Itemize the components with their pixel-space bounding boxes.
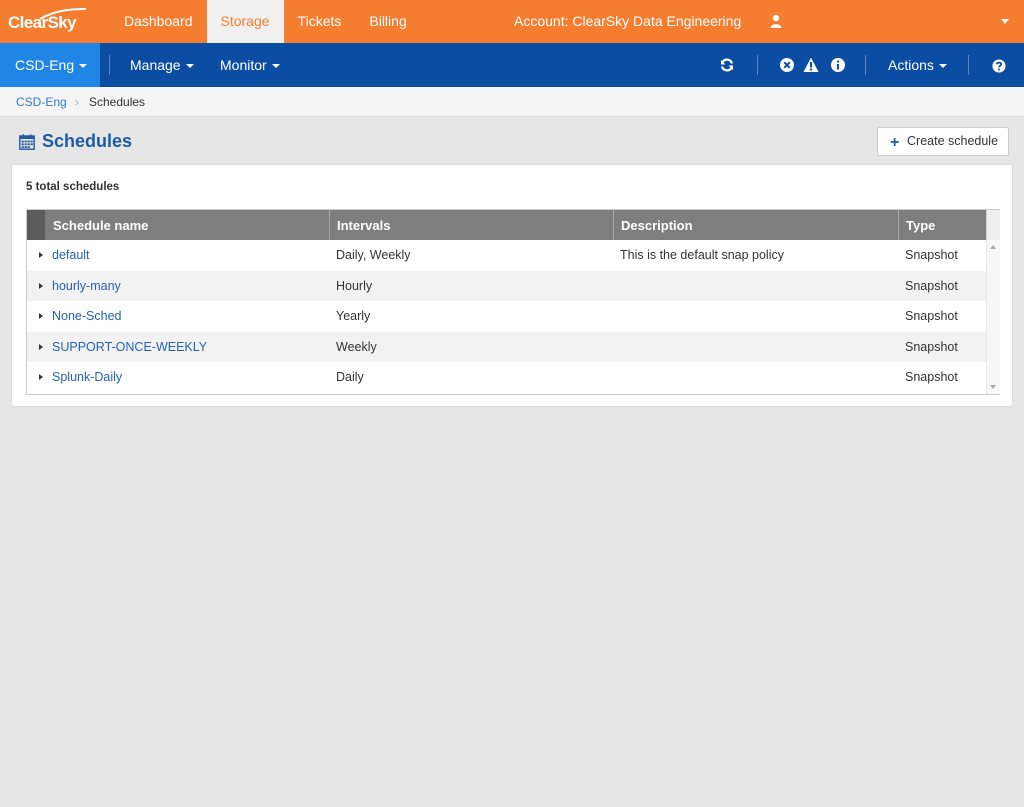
intervals-cell: Weekly <box>336 339 377 354</box>
schedule-name-link[interactable]: SUPPORT-ONCE-WEEKLY <box>52 332 207 362</box>
total-count: 5 total schedules <box>26 181 120 193</box>
top-nav: Dashboard Storage Tickets Billing <box>110 0 421 43</box>
column-header-schedule-name[interactable]: Schedule name <box>45 210 329 240</box>
type-cell: Snapshot <box>905 370 958 384</box>
header-scroll-spacer <box>986 210 1000 240</box>
expand-column-header <box>27 210 45 240</box>
table-row[interactable]: None-Sched Yearly Snapshot <box>27 301 986 332</box>
type-cell: Snapshot <box>905 339 958 354</box>
table-row[interactable]: SUPPORT-ONCE-WEEKLY Weekly Snapshot <box>27 331 986 362</box>
tab-tickets[interactable]: Tickets <box>284 0 356 43</box>
caret-down-icon <box>938 64 947 69</box>
schedule-name-link[interactable]: default <box>52 240 90 270</box>
divider <box>757 55 758 75</box>
manage-label: Manage <box>130 57 181 73</box>
schedules-table: Schedule name Intervals Description Type… <box>26 209 1000 395</box>
expand-caret-icon[interactable] <box>39 343 43 350</box>
type-cell: Snapshot <box>905 278 958 293</box>
create-schedule-button[interactable]: + Create schedule <box>877 127 1009 156</box>
page-title: Schedules <box>42 131 133 151</box>
intervals-cell: Hourly <box>336 278 373 293</box>
expand-caret-icon[interactable] <box>39 282 43 289</box>
tab-dashboard[interactable]: Dashboard <box>110 0 207 43</box>
column-header-description[interactable]: Description <box>613 210 898 240</box>
caret-down-icon[interactable] <box>1001 19 1009 24</box>
breadcrumb: CSD-Eng › Schedules <box>0 87 1024 117</box>
table-row[interactable]: default Daily, Weekly This is the defaul… <box>27 240 986 271</box>
description-cell: This is the default snap policy <box>620 248 784 262</box>
context-label: CSD-Eng <box>15 57 75 73</box>
help-icon[interactable] <box>992 59 1006 73</box>
calendar-icon <box>19 134 35 150</box>
type-cell: Snapshot <box>905 309 958 323</box>
sub-nav: CSD-Eng Manage Monitor Actions <box>0 43 1024 87</box>
intervals-cell: Yearly <box>336 309 371 323</box>
refresh-icon[interactable] <box>719 57 735 73</box>
divider <box>109 55 110 75</box>
expand-caret-icon[interactable] <box>39 374 43 380</box>
error-icon[interactable] <box>779 57 795 73</box>
table-row[interactable]: Splunk-Daily Daily Snapshot <box>27 362 986 393</box>
warning-icon[interactable] <box>803 57 819 73</box>
schedule-name-link[interactable]: hourly-many <box>52 271 121 301</box>
table-row[interactable]: hourly-many Hourly Snapshot <box>27 270 986 301</box>
tab-billing[interactable]: Billing <box>355 0 420 43</box>
scroll-up-icon[interactable] <box>990 245 996 249</box>
logo-swoosh-icon <box>39 8 87 20</box>
user-icon[interactable] <box>770 14 782 28</box>
divider <box>968 55 969 75</box>
actions-menu[interactable]: Actions <box>888 43 947 87</box>
schedule-name-link[interactable]: Splunk-Daily <box>52 362 122 392</box>
table-scrollbar[interactable] <box>986 240 1000 394</box>
context-dropdown[interactable]: CSD-Eng <box>0 43 100 87</box>
schedules-panel: 5 total schedules Schedule name Interval… <box>11 164 1013 407</box>
plus-icon: + <box>890 134 900 151</box>
create-schedule-label: Create schedule <box>907 134 999 148</box>
top-bar: ClearSky Dashboard Storage Tickets Billi… <box>0 0 1024 43</box>
monitor-menu[interactable]: Monitor <box>220 43 280 87</box>
actions-label: Actions <box>888 57 934 73</box>
table-body: default Daily, Weekly This is the defaul… <box>27 240 986 393</box>
scroll-down-icon[interactable] <box>990 385 996 389</box>
breadcrumb-separator: › <box>75 95 79 109</box>
type-cell: Snapshot <box>905 248 958 262</box>
clearsky-logo[interactable]: ClearSky <box>8 8 88 39</box>
column-header-intervals[interactable]: Intervals <box>329 210 613 240</box>
expand-caret-icon[interactable] <box>39 252 43 258</box>
manage-menu[interactable]: Manage <box>130 43 194 87</box>
breadcrumb-current: Schedules <box>89 95 146 109</box>
column-header-type[interactable]: Type <box>898 210 986 240</box>
monitor-label: Monitor <box>220 57 267 73</box>
account-label: Account: ClearSky Data Engineering <box>514 13 742 29</box>
divider <box>865 55 866 75</box>
info-icon[interactable] <box>830 57 846 73</box>
breadcrumb-root-link[interactable]: CSD-Eng <box>16 95 67 109</box>
intervals-cell: Daily <box>336 370 364 384</box>
tab-storage[interactable]: Storage <box>206 0 284 43</box>
schedule-name-link[interactable]: None-Sched <box>52 301 122 331</box>
expand-caret-icon[interactable] <box>39 313 43 319</box>
caret-down-icon <box>185 64 194 69</box>
table-header: Schedule name Intervals Description Type <box>27 210 986 240</box>
intervals-cell: Daily, Weekly <box>336 248 411 262</box>
caret-down-icon <box>79 64 88 69</box>
caret-down-icon <box>271 64 280 69</box>
